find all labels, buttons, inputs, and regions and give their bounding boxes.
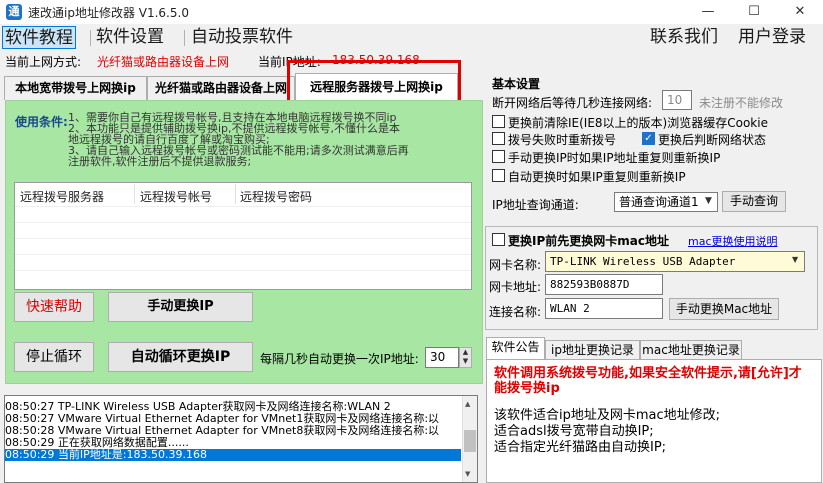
auto-repeat-checkbox[interactable] — [492, 169, 505, 182]
announcement-warning: 软件调用系统拨号功能,如果安全软件提示,请[允许]才能拨号换ip — [494, 366, 802, 396]
log-line: 08:50:29 当前IP地址是:183.50.39.168 — [5, 449, 461, 461]
column-divider — [134, 184, 135, 204]
announcement-line: 适合指定光纤猫路由自动换IP; — [494, 440, 667, 455]
stop-loop-button[interactable]: 停止循环 — [14, 342, 94, 372]
menu-divider — [90, 30, 91, 46]
check-network-checkbox[interactable]: ✓ — [642, 132, 655, 145]
mac-help-link[interactable]: mac更换使用说明 — [688, 233, 778, 249]
scroll-up-icon[interactable]: ▲ — [465, 400, 470, 408]
wait-seconds-note: 未注册不能修改 — [699, 96, 784, 110]
tab-ip-history[interactable]: ip地址更换记录 — [545, 340, 640, 360]
interval-stepper[interactable]: ▲ ▼ — [459, 347, 472, 368]
query-channel-label: IP地址查询通道: — [492, 198, 579, 212]
mac-address-field[interactable]: 882593B0887D — [545, 274, 663, 295]
auto-loop-change-ip-button[interactable]: 自动循环更换IP — [108, 342, 253, 372]
connection-mode-label: 当前上网方式: — [5, 55, 82, 69]
interval-label: 每隔几秒自动更换一次IP地址: — [260, 352, 419, 366]
wait-seconds-input[interactable]: 10 — [662, 90, 692, 110]
maximize-icon[interactable]: ☐ — [731, 0, 777, 24]
table-row — [15, 270, 471, 271]
minimize-icon[interactable]: — — [685, 0, 731, 24]
app-window: 通 速改通ip地址修改器 V1.6.5.0 — ☐ ✕ 软件教程 软件设置 自动… — [0, 0, 823, 483]
app-logo-icon: 通 — [6, 4, 22, 20]
redial-checkbox[interactable] — [492, 132, 505, 145]
change-mac-label: 更换IP前先更换网卡mac地址 — [508, 234, 669, 248]
usage-text: 1、需要你自己有远程拨号帐号,且支持在本地电脑远程拨号换不同ip 2、本功能只是… — [68, 112, 462, 167]
check-network-label: 更换后判断网络状态 — [658, 133, 767, 147]
column-header-server[interactable]: 远程拨号服务器 — [20, 188, 104, 205]
basic-settings-title: 基本设置 — [492, 77, 541, 91]
scroll-thumb[interactable] — [464, 430, 476, 452]
manual-query-button[interactable]: 手动查询 — [722, 191, 786, 212]
menu-divider — [184, 30, 185, 46]
table-row — [15, 238, 471, 239]
column-header-account[interactable]: 远程拨号帐号 — [140, 188, 212, 205]
column-divider — [235, 184, 236, 204]
menu-settings[interactable]: 软件设置 — [96, 26, 164, 49]
menu-login[interactable]: 用户登录 — [738, 26, 806, 49]
mac-address-label: 网卡地址: — [489, 280, 542, 294]
tab-fiber-router[interactable]: 光纤猫或路由器设备上网 — [147, 76, 295, 100]
chevron-down-icon[interactable]: ▼ — [792, 255, 798, 264]
usage-title: 使用条件: — [15, 115, 68, 129]
nic-name-select[interactable]: TP-LINK Wireless USB Adapter — [545, 251, 805, 272]
table-row — [15, 206, 471, 207]
column-header-password[interactable]: 远程拨号密码 — [240, 188, 312, 205]
connection-mode-value: 光纤猫或路由器设备上网 — [97, 55, 230, 69]
manual-repeat-label: 手动更换IP时如果IP地址重复则重新换IP — [508, 151, 721, 165]
connection-name-label: 连接名称: — [489, 305, 542, 319]
auto-repeat-label: 自动更换时如果IP重复则重新换IP — [508, 170, 686, 184]
connection-name-field[interactable]: WLAN 2 — [545, 298, 663, 319]
tab-mac-history[interactable]: mac地址更换记录 — [640, 340, 742, 360]
manual-repeat-checkbox[interactable] — [492, 150, 505, 163]
menu-auto-vote[interactable]: 自动投票软件 — [191, 26, 293, 49]
menu-contact[interactable]: 联系我们 — [650, 26, 718, 49]
clear-cookie-checkbox[interactable] — [492, 115, 505, 128]
query-channel-select[interactable]: 普通查询通道1 — [614, 192, 718, 212]
menu-tutorial[interactable]: 软件教程 — [2, 26, 76, 49]
manual-change-ip-button[interactable]: 手动更换IP — [108, 292, 253, 322]
clear-cookie-label: 更换前清除IE(IE8以上的版本)浏览器缓存Cookie — [508, 116, 768, 130]
wait-seconds-label: 断开网络后等待几秒连接网络: — [492, 96, 653, 110]
table-row — [15, 254, 471, 255]
change-mac-checkbox[interactable] — [492, 233, 505, 246]
table-row — [15, 222, 471, 223]
manual-change-mac-button[interactable]: 手动更换Mac地址 — [669, 298, 779, 320]
nic-name-label: 网卡名称: — [489, 258, 542, 272]
tab-announcement[interactable]: 软件公告 — [486, 337, 545, 360]
chevron-down-icon[interactable]: ▼ — [705, 196, 712, 206]
window-title: 速改通ip地址修改器 V1.6.5.0 — [28, 6, 189, 20]
close-icon[interactable]: ✕ — [777, 0, 823, 24]
scroll-down-icon[interactable]: ▼ — [465, 470, 470, 478]
tab-local-broadband[interactable]: 本地宽带拨号上网换ip — [4, 76, 147, 100]
quick-help-button[interactable]: 快速帮助 — [14, 292, 94, 322]
interval-input[interactable]: 30 — [425, 347, 459, 368]
redial-label: 拨号失败时重新拨号 — [508, 133, 617, 147]
usage-line: 注册软件,软件注册后不提供退款服务; — [68, 155, 252, 168]
